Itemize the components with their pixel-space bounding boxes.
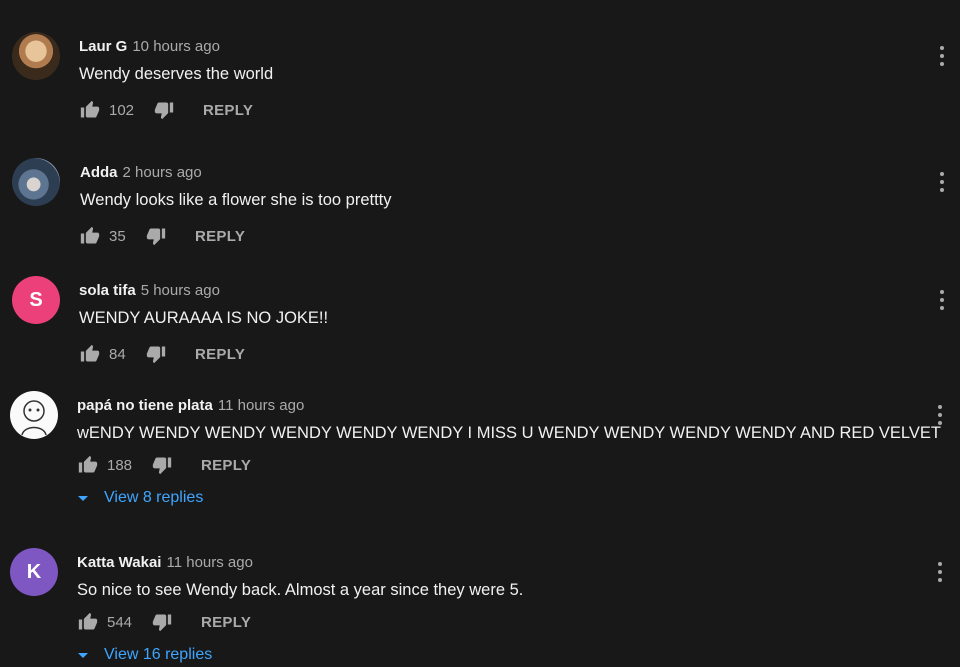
author-name[interactable]: Laur G [79, 38, 127, 55]
comment-thread: Laur G 10 hours ago Wendy deserves the wo… [0, 32, 960, 142]
avatar[interactable]: K [10, 548, 58, 596]
reply-button[interactable]: REPLY [201, 614, 251, 631]
comment-text: wENDY WENDY WENDY WENDY WENDY WENDY I MI… [77, 424, 941, 442]
view-replies-button[interactable]: View 16 replies [78, 646, 212, 664]
comment-actions: 544 REPLY [77, 611, 251, 633]
author-name[interactable]: papá no tiene plata [77, 397, 213, 414]
thumb-up-icon[interactable] [79, 225, 101, 247]
comment-actions: 84 REPLY [79, 343, 245, 365]
author-name[interactable]: Katta Wakai [77, 554, 161, 571]
more-vert-icon[interactable] [938, 288, 946, 312]
more-vert-icon[interactable] [938, 44, 946, 68]
reply-button[interactable]: REPLY [203, 102, 253, 119]
more-vert-icon[interactable] [938, 170, 946, 194]
like-count: 188 [107, 456, 133, 474]
timestamp[interactable]: 10 hours ago [132, 38, 220, 55]
comment-text: So nice to see Wendy back. Almost a year… [77, 581, 524, 599]
thumb-down-icon[interactable] [151, 611, 173, 633]
thumb-down-icon[interactable] [153, 99, 175, 121]
thumb-down-icon[interactable] [151, 454, 173, 476]
reply-button[interactable]: REPLY [195, 228, 245, 245]
reply-button[interactable]: REPLY [195, 346, 245, 363]
thumb-up-icon[interactable] [79, 99, 101, 121]
avatar[interactable] [12, 158, 60, 206]
comment-thread: Adda 2 hours ago Wendy looks like a flowe… [0, 158, 960, 268]
comment-actions: 188 REPLY [77, 454, 251, 476]
author-name[interactable]: sola tifa [79, 282, 136, 299]
comment-thread: S sola tifa 5 hours ago WENDY AURAAAA IS … [0, 276, 960, 386]
like-count: 102 [109, 101, 135, 119]
view-replies-button[interactable]: View 8 replies [78, 489, 203, 507]
comment-actions: 35 REPLY [79, 225, 245, 247]
thumb-up-icon[interactable] [79, 343, 101, 365]
avatar[interactable]: S [12, 276, 60, 324]
thumb-down-icon[interactable] [145, 225, 167, 247]
caret-down-icon [78, 652, 88, 658]
avatar[interactable] [10, 391, 58, 439]
comment-thread: papá no tiene plata 11 hours ago wENDY WE… [0, 391, 960, 521]
timestamp[interactable]: 5 hours ago [141, 282, 220, 299]
timestamp[interactable]: 11 hours ago [166, 554, 252, 571]
comment-text: WENDY AURAAAA IS NO JOKE!! [79, 309, 329, 327]
like-count: 35 [109, 227, 126, 245]
thumb-down-icon[interactable] [145, 343, 167, 365]
author-name[interactable]: Adda [80, 164, 118, 181]
more-vert-icon[interactable] [936, 560, 944, 584]
comment-text: Wendy deserves the world [79, 65, 274, 83]
timestamp[interactable]: 2 hours ago [123, 164, 202, 181]
reply-button[interactable]: REPLY [201, 457, 251, 474]
more-vert-icon[interactable] [936, 403, 944, 427]
comment-text: Wendy looks like a flower she is too pre… [80, 191, 392, 209]
caret-down-icon [78, 495, 88, 501]
comment-actions: 102 REPLY [79, 99, 253, 121]
view-replies-label: View 8 replies [104, 489, 204, 506]
like-count: 544 [107, 613, 133, 631]
timestamp[interactable]: 11 hours ago [218, 397, 304, 414]
like-count: 84 [109, 345, 126, 363]
avatar[interactable] [12, 32, 60, 80]
comment-thread: K Katta Wakai 11 hours ago So nice to see… [0, 548, 960, 667]
thumb-up-icon[interactable] [77, 454, 99, 476]
thumb-up-icon[interactable] [77, 611, 99, 633]
view-replies-label: View 16 replies [104, 646, 213, 663]
